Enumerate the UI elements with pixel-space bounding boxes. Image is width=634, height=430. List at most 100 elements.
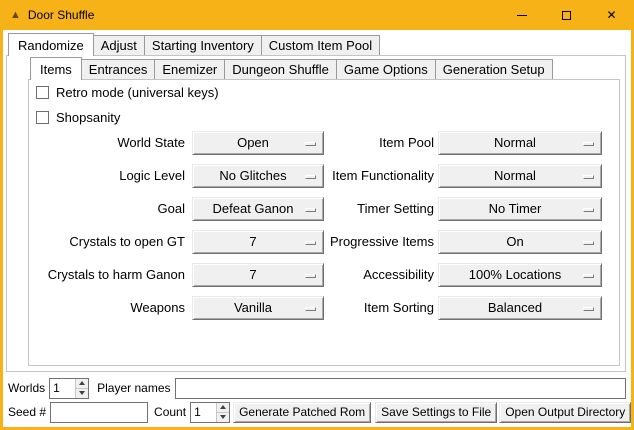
- tab-dungeon-shuffle[interactable]: Dungeon Shuffle: [224, 59, 337, 79]
- item-functionality-dropdown[interactable]: Normal: [438, 164, 602, 188]
- crystals-ganon-dropdown[interactable]: 7: [192, 263, 324, 287]
- progressive-items-dropdown[interactable]: On: [438, 230, 602, 254]
- tab-items[interactable]: Items: [30, 57, 82, 80]
- field-row: World State Open Item Pool Normal: [20, 131, 602, 155]
- field-row: Weapons Vanilla Item Sorting Balanced: [20, 296, 602, 320]
- dropdown-value: On: [506, 231, 533, 253]
- worlds-spin-down-button[interactable]: [76, 389, 88, 398]
- retro-mode-label: Retro mode (universal keys): [56, 86, 219, 99]
- tab-starting-inventory[interactable]: Starting Inventory: [144, 35, 262, 55]
- accessibility-dropdown[interactable]: 100% Locations: [438, 263, 602, 287]
- dropdown-value: 7: [249, 231, 266, 253]
- goal-dropdown[interactable]: Defeat Ganon: [192, 197, 324, 221]
- tab-game-options[interactable]: Game Options: [336, 59, 436, 79]
- seed-input[interactable]: [50, 402, 148, 423]
- checkbox-box-icon: [36, 86, 49, 99]
- window-controls: ✕: [499, 0, 634, 30]
- field-row: Crystals to open GT 7 Progressive Items …: [20, 230, 602, 254]
- player-names-input[interactable]: [175, 378, 627, 399]
- goal-label: Goal: [20, 197, 185, 221]
- dropdown-indicator-icon: [583, 274, 594, 278]
- worlds-label: Worlds: [8, 381, 45, 395]
- dropdown-value: No Glitches: [219, 165, 296, 187]
- dropdown-value: Defeat Ganon: [213, 198, 304, 220]
- accessibility-label: Accessibility: [324, 263, 434, 287]
- timer-setting-dropdown[interactable]: No Timer: [438, 197, 602, 221]
- dropdown-value: Balanced: [488, 297, 552, 319]
- worlds-input[interactable]: [50, 379, 75, 398]
- dropdown-indicator-icon: [583, 307, 594, 311]
- count-spin-down-button[interactable]: [217, 413, 229, 422]
- dropdown-indicator-icon: [305, 142, 316, 146]
- count-label: Count: [154, 405, 186, 419]
- dropdown-value: 7: [249, 264, 266, 286]
- shopsanity-checkbox[interactable]: Shopsanity: [36, 111, 219, 124]
- world-state-label: World State: [20, 131, 185, 155]
- window-title: Door Shuffle: [28, 8, 95, 22]
- player-names-label: Player names: [97, 381, 170, 395]
- open-output-directory-button[interactable]: Open Output Directory: [499, 402, 631, 423]
- app-window: ▲ Door Shuffle ✕ Randomize Adjust Starti…: [0, 0, 634, 430]
- main-tab-bar: Randomize Adjust Starting Inventory Cust…: [8, 33, 380, 55]
- maximize-button[interactable]: [544, 0, 589, 30]
- dropdown-indicator-icon: [305, 208, 316, 212]
- dropdown-indicator-icon: [305, 274, 316, 278]
- close-button[interactable]: ✕: [589, 0, 634, 30]
- shopsanity-label: Shopsanity: [56, 111, 120, 124]
- client-area: Randomize Adjust Starting Inventory Cust…: [3, 30, 631, 427]
- world-state-dropdown[interactable]: Open: [192, 131, 324, 155]
- crystals-gt-dropdown[interactable]: 7: [192, 230, 324, 254]
- tab-generation-setup[interactable]: Generation Setup: [435, 59, 553, 79]
- maximize-icon: [562, 11, 571, 20]
- seed-label: Seed #: [8, 405, 46, 419]
- dropdown-indicator-icon: [305, 175, 316, 179]
- count-spin-up-button[interactable]: [217, 403, 229, 413]
- minimize-icon: [517, 15, 527, 16]
- tab-entrances[interactable]: Entrances: [81, 59, 156, 79]
- up-arrow-icon: [79, 381, 85, 385]
- tab-randomize[interactable]: Randomize: [8, 33, 94, 56]
- worlds-spin-up-button[interactable]: [76, 379, 88, 389]
- dropdown-indicator-icon: [583, 208, 594, 212]
- logic-level-dropdown[interactable]: No Glitches: [192, 164, 324, 188]
- dropdown-indicator-icon: [305, 241, 316, 245]
- checkbox-box-icon: [36, 111, 49, 124]
- down-arrow-icon: [220, 415, 226, 419]
- count-input[interactable]: [191, 403, 216, 422]
- dropdown-indicator-icon: [583, 175, 594, 179]
- checkbox-group: Retro mode (universal keys) Shopsanity: [36, 86, 219, 136]
- item-pool-dropdown[interactable]: Normal: [438, 131, 602, 155]
- dropdown-value: 100% Locations: [469, 264, 572, 286]
- weapons-dropdown[interactable]: Vanilla: [192, 296, 324, 320]
- field-row: Crystals to harm Ganon 7 Accessibility 1…: [20, 263, 602, 287]
- close-icon: ✕: [606, 9, 616, 21]
- generate-patched-rom-button[interactable]: Generate Patched Rom: [233, 402, 371, 423]
- titlebar: ▲ Door Shuffle ✕: [0, 0, 634, 30]
- retro-mode-checkbox[interactable]: Retro mode (universal keys): [36, 86, 219, 99]
- dropdown-value: Normal: [494, 165, 546, 187]
- count-spinbox[interactable]: [190, 402, 230, 423]
- worlds-row: Worlds Player names: [8, 377, 626, 399]
- field-row: Logic Level No Glitches Item Functionali…: [20, 164, 602, 188]
- progressive-items-label: Progressive Items: [324, 230, 434, 254]
- item-sorting-dropdown[interactable]: Balanced: [438, 296, 602, 320]
- crystals-ganon-label: Crystals to harm Ganon: [20, 263, 185, 287]
- dropdown-value: Open: [237, 132, 279, 154]
- tab-adjust[interactable]: Adjust: [93, 35, 145, 55]
- tab-custom-item-pool[interactable]: Custom Item Pool: [261, 35, 380, 55]
- up-arrow-icon: [220, 405, 226, 409]
- options-grid: World State Open Item Pool Normal Logic …: [20, 131, 602, 329]
- spin-buttons: [75, 379, 88, 398]
- dropdown-value: Vanilla: [234, 297, 282, 319]
- spin-buttons: [216, 403, 229, 422]
- save-settings-button[interactable]: Save Settings to File: [375, 402, 497, 423]
- field-row: Goal Defeat Ganon Timer Setting No Timer: [20, 197, 602, 221]
- item-sorting-label: Item Sorting: [324, 296, 434, 320]
- worlds-spinbox[interactable]: [49, 378, 89, 399]
- footer-controls: Worlds Player names Seed # Count: [8, 377, 626, 425]
- seed-row: Seed # Count Generate Patched Rom Save S…: [8, 401, 626, 423]
- dropdown-value: No Timer: [489, 198, 552, 220]
- minimize-button[interactable]: [499, 0, 544, 30]
- tab-enemizer[interactable]: Enemizer: [154, 59, 225, 79]
- crystals-gt-label: Crystals to open GT: [20, 230, 185, 254]
